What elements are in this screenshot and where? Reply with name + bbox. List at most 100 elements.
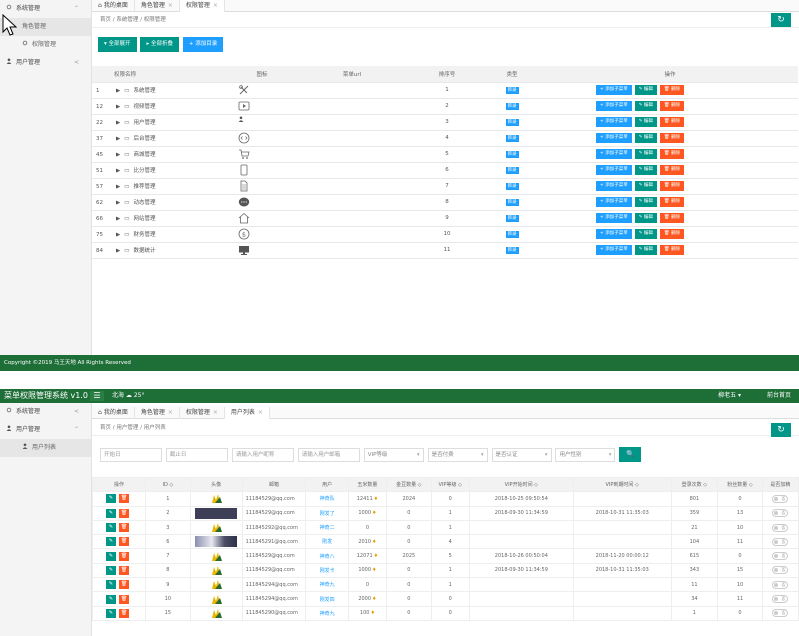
delete-button[interactable]: 🗑 删除 xyxy=(659,133,685,143)
delete-icon[interactable]: 🗑 xyxy=(119,537,130,547)
user-name-link[interactable]: 神奇九 xyxy=(320,582,335,588)
start-date-input[interactable]: 开始日 xyxy=(100,447,162,462)
column-header[interactable]: ID ◇ xyxy=(145,476,191,493)
edit-icon[interactable]: ✎ xyxy=(106,594,117,604)
user-menu[interactable]: 柳老五 ▾ xyxy=(718,389,741,403)
edit-button[interactable]: ✎ 编辑 xyxy=(634,181,657,191)
search-button[interactable]: 🔍 xyxy=(619,447,642,462)
menu-toggle-icon[interactable]: ☰ xyxy=(90,391,104,401)
edit-icon[interactable]: ✎ xyxy=(106,608,117,618)
add-child-menu-button[interactable]: + 添加子菜单 xyxy=(596,101,632,111)
edit-button[interactable]: ✎ 编辑 xyxy=(634,165,657,175)
tab-1[interactable]: 角色管理 × xyxy=(135,0,180,12)
email-input[interactable]: 请输入用户邮箱 xyxy=(297,447,360,462)
close-icon[interactable]: × xyxy=(213,409,218,416)
expand-arrow-icon[interactable]: ▶ xyxy=(116,232,120,238)
delete-button[interactable]: 🗑 删除 xyxy=(659,149,685,159)
edit-icon[interactable]: ✎ xyxy=(106,551,117,561)
featured-toggle[interactable]: 否 xyxy=(772,609,789,618)
expand-arrow-icon[interactable]: ▶ xyxy=(116,152,120,158)
delete-icon[interactable]: 🗑 xyxy=(119,580,130,590)
sidebar-item-1[interactable]: 用户管理 ⌃ xyxy=(0,421,91,439)
edit-button[interactable]: ✎ 编辑 xyxy=(634,197,657,207)
edit-button[interactable]: ✎ 编辑 xyxy=(634,85,657,95)
edit-button[interactable]: ✎ 编辑 xyxy=(634,117,657,127)
delete-button[interactable]: 🗑 删除 xyxy=(659,181,685,191)
edit-icon[interactable]: ✎ xyxy=(106,580,117,590)
edit-icon[interactable]: ✎ xyxy=(106,523,117,533)
edit-icon[interactable]: ✎ xyxy=(106,565,117,575)
delete-icon[interactable]: 🗑 xyxy=(119,508,130,518)
expand-all-button[interactable]: ▾ 全部展开 xyxy=(98,37,137,52)
delete-button[interactable]: 🗑 删除 xyxy=(659,245,685,255)
verified-select[interactable]: 是否认证 ▾ xyxy=(491,447,552,462)
featured-toggle[interactable]: 否 xyxy=(772,580,789,589)
column-header[interactable]: 登录次数 ◇ xyxy=(670,476,719,493)
add-child-menu-button[interactable]: + 添加子菜单 xyxy=(596,85,632,95)
featured-toggle[interactable]: 否 xyxy=(772,494,789,503)
edit-button[interactable]: ✎ 编辑 xyxy=(634,133,657,143)
close-icon[interactable]: × xyxy=(213,2,218,9)
sidebar-item-3[interactable]: 用户管理 < xyxy=(0,54,91,72)
edit-button[interactable]: ✎ 编辑 xyxy=(634,229,657,239)
sidebar-item-2[interactable]: 用户列表 xyxy=(0,439,91,457)
column-header[interactable]: 金豆数量 ◇ xyxy=(386,476,432,493)
featured-toggle[interactable]: 否 xyxy=(772,509,789,518)
add-child-menu-button[interactable]: + 添加子菜单 xyxy=(596,213,632,223)
close-icon[interactable]: × xyxy=(258,409,263,416)
add-directory-button[interactable]: + 添加目录 xyxy=(182,37,224,52)
add-child-menu-button[interactable]: + 添加子菜单 xyxy=(596,133,632,143)
tab-2[interactable]: 权限管理 × xyxy=(180,407,225,419)
refresh-button[interactable]: ↻ xyxy=(771,423,791,437)
column-header[interactable]: 邮箱 xyxy=(241,476,307,493)
expand-arrow-icon[interactable]: ▶ xyxy=(116,200,120,206)
edit-icon[interactable]: ✎ xyxy=(106,537,117,547)
expand-arrow-icon[interactable]: ▶ xyxy=(116,248,120,254)
expand-arrow-icon[interactable]: ▶ xyxy=(116,184,120,190)
column-header[interactable]: 是否加精 xyxy=(761,476,799,493)
delete-button[interactable]: 🗑 删除 xyxy=(659,101,685,111)
delete-button[interactable]: 🗑 删除 xyxy=(659,229,685,239)
column-header[interactable]: 操作 xyxy=(91,476,147,493)
tab-3[interactable]: 用户列表 × xyxy=(224,407,270,419)
delete-button[interactable]: 🗑 删除 xyxy=(659,117,685,127)
add-child-menu-button[interactable]: + 添加子菜单 xyxy=(596,165,632,175)
frontend-home-link[interactable]: 前台首页 xyxy=(767,389,791,403)
refresh-button[interactable]: ↻ xyxy=(771,13,791,27)
collapse-all-button[interactable]: ▸ 全部折叠 xyxy=(140,37,179,52)
expand-arrow-icon[interactable]: ▶ xyxy=(116,104,120,110)
paid-select[interactable]: 是否付费 ▾ xyxy=(427,447,488,462)
add-child-menu-button[interactable]: + 添加子菜单 xyxy=(596,245,632,255)
vip-level-select[interactable]: VIP等级 ▾ xyxy=(363,447,424,462)
delete-button[interactable]: 🗑 删除 xyxy=(659,165,685,175)
featured-toggle[interactable]: 否 xyxy=(772,523,789,532)
featured-toggle[interactable]: 否 xyxy=(772,537,789,546)
edit-button[interactable]: ✎ 编辑 xyxy=(634,245,657,255)
expand-arrow-icon[interactable]: ▶ xyxy=(116,216,120,222)
delete-icon[interactable]: 🗑 xyxy=(119,608,130,618)
sidebar-item-2[interactable]: 权限管理 xyxy=(0,36,91,54)
delete-icon[interactable]: 🗑 xyxy=(119,523,130,533)
featured-toggle[interactable]: 否 xyxy=(772,566,789,575)
add-child-menu-button[interactable]: + 添加子菜单 xyxy=(596,117,632,127)
user-name-link[interactable]: 刚发四 xyxy=(320,597,335,603)
delete-icon[interactable]: 🗑 xyxy=(119,494,130,504)
end-date-input[interactable]: 截止日 xyxy=(165,447,228,462)
user-name-link[interactable]: 刚发 xyxy=(322,539,332,545)
add-child-menu-button[interactable]: + 添加子菜单 xyxy=(596,181,632,191)
expand-arrow-icon[interactable]: ▶ xyxy=(116,168,120,174)
delete-button[interactable]: 🗑 删除 xyxy=(659,85,685,95)
chevron-icon[interactable]: ⌃ xyxy=(74,0,79,18)
close-icon[interactable]: × xyxy=(168,2,173,9)
tab-1[interactable]: 角色管理 × xyxy=(135,407,180,419)
user-name-link[interactable]: 神奇二 xyxy=(320,525,335,531)
user-name-link[interactable]: 刚发了 xyxy=(320,511,335,517)
user-name-link[interactable]: 神奇八 xyxy=(320,554,335,560)
delete-icon[interactable]: 🗑 xyxy=(119,565,130,575)
chevron-icon[interactable]: < xyxy=(74,403,79,421)
user-name-link[interactable]: 神奇九 xyxy=(320,611,335,617)
edit-icon[interactable]: ✎ xyxy=(106,508,117,518)
edit-button[interactable]: ✎ 编辑 xyxy=(634,101,657,111)
sidebar-item-0[interactable]: 系统管理 < xyxy=(0,403,91,421)
featured-toggle[interactable]: 否 xyxy=(772,595,789,604)
